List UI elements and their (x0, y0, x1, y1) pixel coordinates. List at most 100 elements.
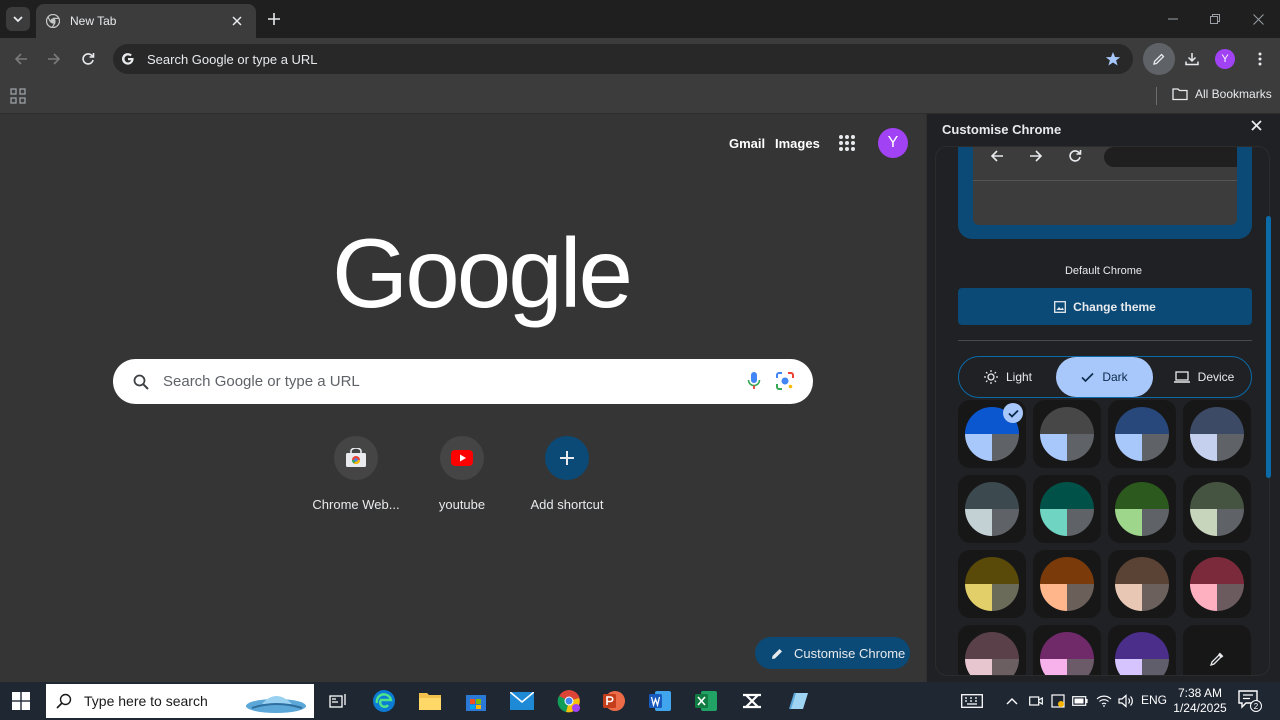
mode-dark-button[interactable]: Dark (1056, 357, 1153, 397)
notification-icon: 2 (1238, 690, 1262, 712)
minimize-button[interactable] (1162, 8, 1184, 30)
panel-scrollbar[interactable] (1266, 216, 1271, 478)
ntp-search-box[interactable]: Search Google or type a URL (113, 359, 813, 404)
color-swatch[interactable] (1108, 550, 1176, 618)
address-bar[interactable]: Search Google or type a URL (113, 44, 1133, 74)
taskbar-edge[interactable] (370, 687, 398, 715)
shortcut-chrome-web-store[interactable]: Chrome Web... (301, 436, 411, 512)
theme-preview-window (973, 147, 1237, 225)
color-swatch-circle (1040, 632, 1094, 675)
action-center-button[interactable]: 2 (1236, 687, 1264, 715)
mode-light-button[interactable]: Light (959, 357, 1057, 397)
bookmark-star-icon[interactable] (1105, 51, 1121, 67)
taskbar-chrome[interactable] (555, 687, 583, 715)
color-swatch-circle (965, 632, 1019, 675)
panel-close-button[interactable] (1251, 120, 1262, 131)
color-swatch[interactable] (1033, 475, 1101, 543)
color-swatch[interactable] (1108, 625, 1176, 675)
panel-divider (958, 340, 1252, 341)
customise-chrome-toolbar-button[interactable] (1143, 43, 1175, 75)
back-button[interactable] (9, 47, 33, 71)
close-icon (1251, 120, 1262, 131)
color-swatch[interactable] (1108, 475, 1176, 543)
tab-close-button[interactable] (228, 12, 246, 30)
all-bookmarks-button[interactable]: All Bookmarks (1172, 87, 1272, 101)
youtube-icon (451, 450, 473, 466)
taskbar-search-box[interactable]: Type here to search (46, 684, 314, 718)
apps-shortcut-button[interactable] (10, 88, 26, 104)
tray-volume[interactable] (1112, 687, 1140, 715)
shortcut-youtube[interactable]: youtube (407, 436, 517, 512)
apps-grid-icon (10, 88, 26, 104)
taskbar-excel[interactable] (692, 687, 720, 715)
color-swatch[interactable] (958, 550, 1026, 618)
tab-new-tab[interactable]: New Tab (36, 4, 256, 38)
reload-icon (1069, 150, 1082, 162)
taskbar-file-explorer[interactable] (416, 687, 444, 715)
chrome-icon (46, 14, 60, 28)
arrow-left-icon (14, 53, 27, 65)
download-icon (1185, 53, 1199, 66)
forward-button[interactable] (42, 47, 66, 71)
voice-search-button[interactable] (747, 371, 761, 391)
color-swatch[interactable] (1183, 550, 1251, 618)
keyboard-icon (961, 694, 983, 708)
color-mode-selector: Light Dark Device (958, 356, 1252, 398)
sun-icon (983, 370, 998, 384)
chrome-menu-button[interactable] (1248, 47, 1272, 71)
minimize-icon (1168, 18, 1178, 20)
google-apps-button[interactable] (838, 134, 856, 152)
google-lens-button[interactable] (775, 371, 795, 391)
color-swatch[interactable] (958, 475, 1026, 543)
input-language[interactable]: ENG (1141, 693, 1167, 707)
taskbar-capcut[interactable] (738, 687, 766, 715)
taskbar-app[interactable] (784, 687, 812, 715)
customise-chrome-label: Customise Chrome (794, 645, 906, 661)
customise-chrome-button[interactable]: Customise Chrome (755, 637, 910, 669)
customise-chrome-panel: Customise Chrome Default Chrome Change t… (926, 114, 1280, 682)
notepad-icon (789, 692, 808, 710)
task-view-icon (329, 694, 346, 708)
color-swatch[interactable] (1033, 400, 1101, 468)
downloads-button[interactable] (1180, 47, 1204, 71)
color-swatch-circle (1040, 557, 1094, 611)
color-swatch[interactable] (1183, 475, 1251, 543)
clock-date: 1/24/2025 (1173, 701, 1227, 715)
start-button[interactable] (12, 692, 30, 710)
image-icon (1054, 300, 1067, 313)
custom-color-swatch[interactable] (1183, 625, 1251, 675)
color-swatch-circle (1190, 557, 1244, 611)
check-icon (1007, 409, 1019, 418)
taskbar-powerpoint[interactable] (600, 687, 628, 715)
task-view-button[interactable] (324, 687, 352, 715)
chrome-icon (557, 690, 580, 713)
color-swatch[interactable] (958, 625, 1026, 675)
gmail-link[interactable]: Gmail (729, 136, 765, 151)
mode-device-button[interactable]: Device (1155, 357, 1253, 397)
color-swatch[interactable] (1033, 550, 1101, 618)
shortcut-add[interactable]: Add shortcut (512, 436, 622, 512)
google-account-avatar[interactable]: Y (878, 128, 908, 158)
color-swatch[interactable] (1108, 400, 1176, 468)
close-icon (232, 16, 242, 26)
color-swatch[interactable] (958, 400, 1026, 468)
color-swatch[interactable] (1183, 400, 1251, 468)
new-tab-button[interactable] (263, 8, 285, 30)
tab-search-button[interactable] (6, 7, 30, 31)
color-swatch[interactable] (1033, 625, 1101, 675)
tab-title: New Tab (70, 14, 117, 28)
profile-avatar-button[interactable]: Y (1215, 49, 1235, 69)
camera-icon (1029, 696, 1043, 706)
change-theme-button[interactable]: Change theme (958, 288, 1252, 325)
all-bookmarks-label: All Bookmarks (1195, 87, 1272, 101)
reload-button[interactable] (76, 47, 100, 71)
images-link[interactable]: Images (775, 136, 820, 151)
taskbar-clock[interactable]: 7:38 AM 1/24/2025 (1172, 686, 1228, 716)
touch-keyboard-button[interactable] (958, 687, 986, 715)
change-theme-label: Change theme (1073, 299, 1156, 314)
taskbar-mail[interactable] (508, 687, 536, 715)
taskbar-word[interactable] (646, 687, 674, 715)
close-window-button[interactable] (1247, 8, 1269, 30)
restore-button[interactable] (1204, 8, 1226, 30)
taskbar-store[interactable] (462, 687, 490, 715)
